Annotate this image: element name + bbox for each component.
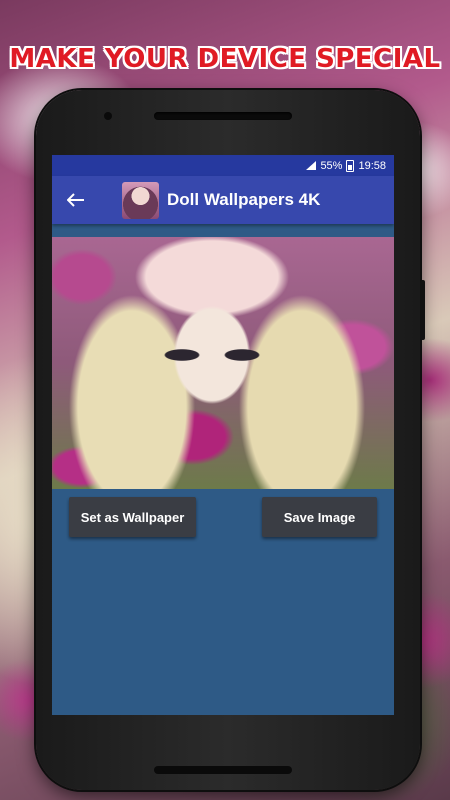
battery-percent: 55%: [320, 159, 343, 172]
arrow-left-icon[interactable]: [66, 190, 86, 210]
app-toolbar: Doll Wallpapers 4K: [52, 176, 394, 224]
clock: 19:58: [358, 159, 386, 172]
power-button: [420, 280, 425, 340]
phone-frame: 55% 19:58 Doll Wallpapers 4K Set as Wall…: [36, 90, 425, 790]
promo-screen: { "promo": { "headline": "MAKE YOUR DEVI…: [0, 0, 450, 800]
status-bar: 55% 19:58: [52, 155, 394, 176]
action-buttons: Set as Wallpaper Save Image: [52, 497, 394, 537]
front-camera: [104, 112, 112, 120]
app-title: Doll Wallpapers 4K: [167, 190, 321, 209]
phone-screen: 55% 19:58 Doll Wallpapers 4K Set as Wall…: [52, 155, 394, 715]
earpiece-speaker: [154, 112, 292, 120]
promo-headline: MAKE YOUR DEVICE SPECIAL: [9, 44, 441, 74]
bottom-speaker: [154, 766, 292, 774]
app-icon: [122, 181, 159, 219]
wallpaper-preview: [52, 237, 394, 489]
set-wallpaper-button[interactable]: Set as Wallpaper: [69, 497, 196, 537]
save-image-button[interactable]: Save Image: [262, 497, 377, 537]
battery-icon: [346, 159, 355, 172]
signal-icon: [306, 161, 317, 170]
